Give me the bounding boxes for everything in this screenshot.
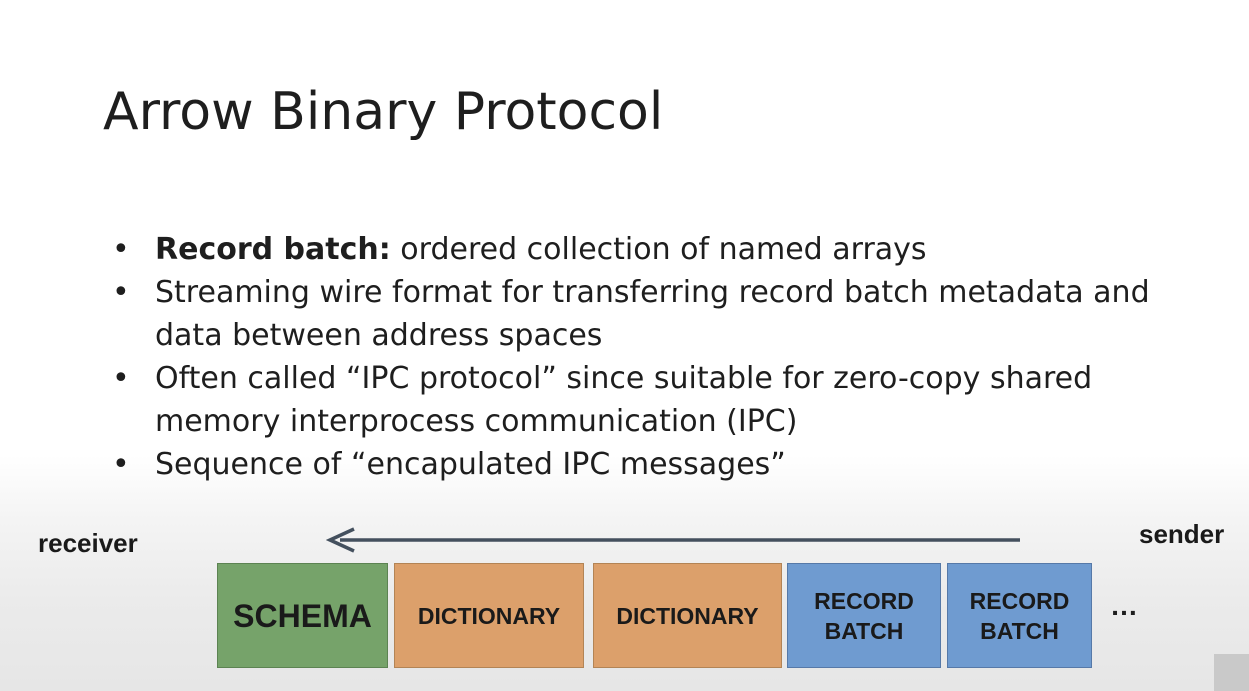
bullet-dot-icon: • <box>112 232 130 267</box>
bullet-dot-icon: • <box>112 275 130 310</box>
schema-box: SCHEMA <box>217 563 388 668</box>
bullet-item: • Often called “IPC protocol” since suit… <box>112 357 1242 443</box>
bullet-dot-icon: • <box>112 447 130 482</box>
bullet-text: memory interprocess communication (IPC) <box>155 404 798 439</box>
bullet-item: • Sequence of “encapulated IPC messages” <box>112 443 1242 486</box>
bullet-text: Often called “IPC protocol” since suitab… <box>155 361 1093 396</box>
flow-arrow-icon <box>326 527 1020 553</box>
bullet-text: ordered collection of named arrays <box>390 232 927 267</box>
record-batch-box: RECORD BATCH <box>787 563 941 668</box>
bullet-dot-icon: • <box>112 361 130 396</box>
bullet-text: data between address spaces <box>155 318 603 353</box>
sender-label: sender <box>1139 519 1225 549</box>
slide-title: Arrow Binary Protocol <box>103 82 664 142</box>
bullet-item: • Streaming wire format for transferring… <box>112 271 1242 357</box>
bullet-text: Sequence of “encapulated IPC messages” <box>155 447 786 482</box>
record-batch-box: RECORD BATCH <box>947 563 1092 668</box>
bullet-text: Streaming wire format for transferring r… <box>155 275 1150 310</box>
more-ellipsis: … <box>1110 590 1138 621</box>
dictionary-box: DICTIONARY <box>593 563 782 668</box>
bullet-bold-term: Record batch: <box>155 232 391 267</box>
receiver-label: receiver <box>38 528 138 558</box>
bullet-item: • Record batch: ordered collection of na… <box>112 228 1242 271</box>
bullet-list: • Record batch: ordered collection of na… <box>112 228 1242 486</box>
corner-overlay <box>1214 654 1249 691</box>
dictionary-box: DICTIONARY <box>394 563 584 668</box>
